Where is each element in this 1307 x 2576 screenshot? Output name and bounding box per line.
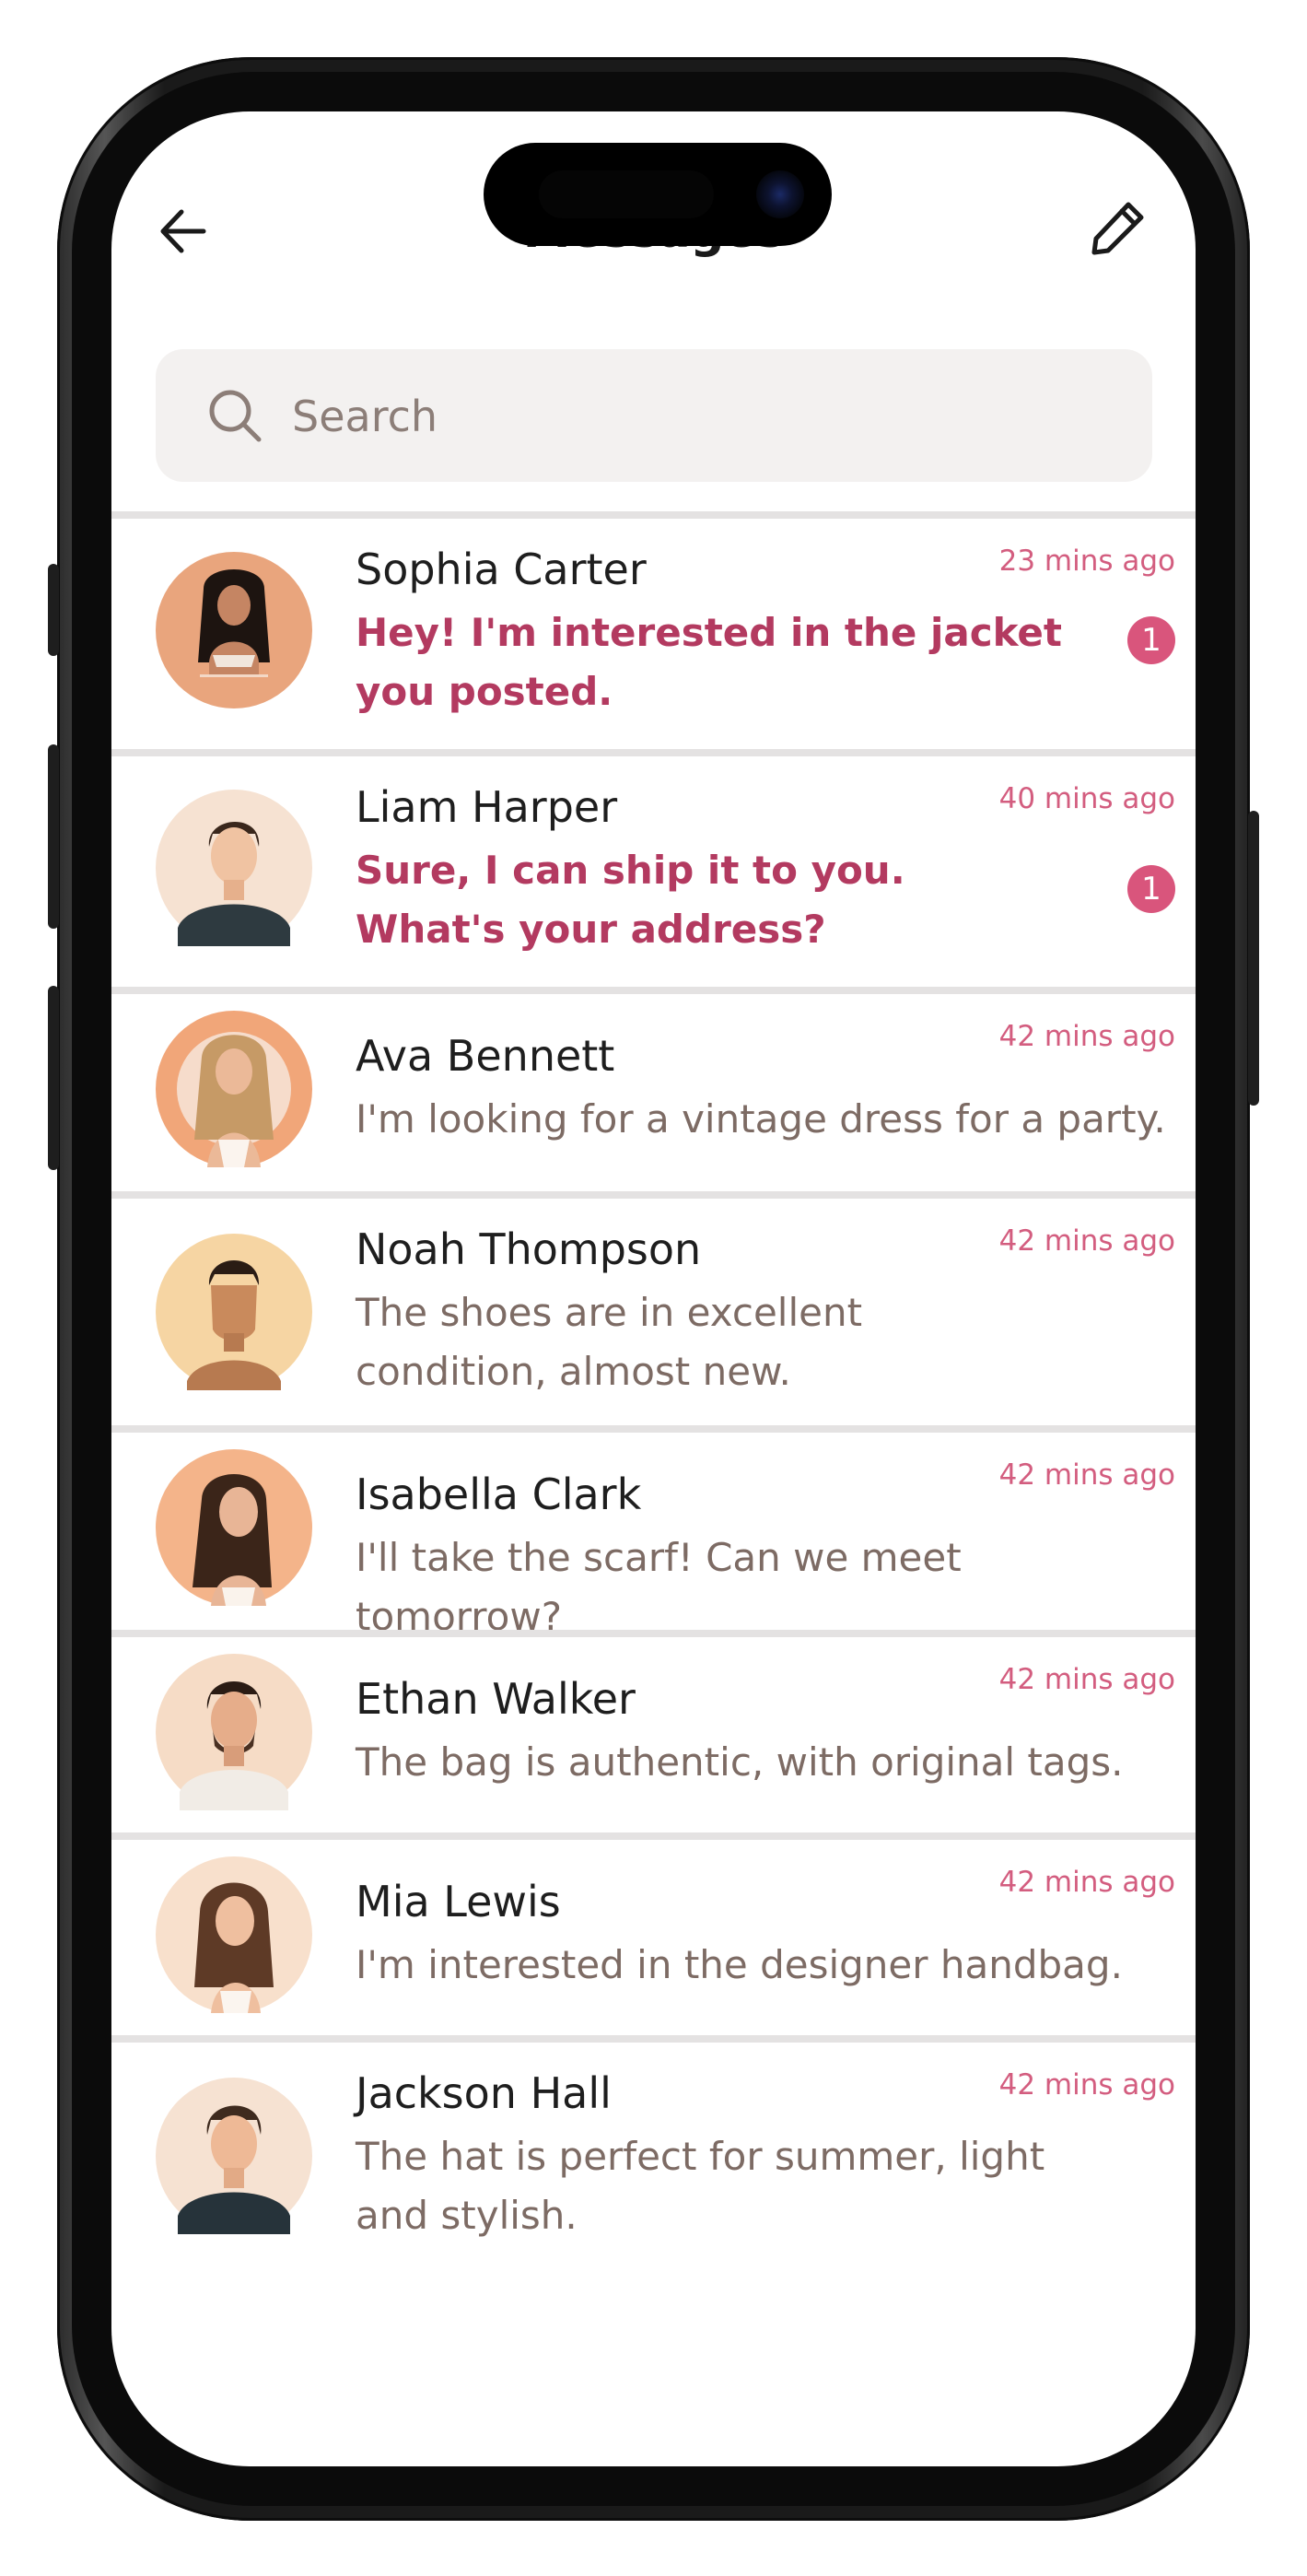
power-button bbox=[1248, 811, 1259, 1106]
avatar bbox=[156, 1654, 312, 1810]
edit-pencil-icon[interactable] bbox=[1089, 198, 1148, 257]
message-preview: The shoes are in excellent condition, al… bbox=[356, 1290, 863, 1394]
message-preview: Hey! I'm interested in the jacket you po… bbox=[356, 610, 1062, 714]
message-time: 40 mins ago bbox=[998, 782, 1175, 815]
message-time: 42 mins ago bbox=[998, 1020, 1175, 1053]
conversation-item[interactable]: Mia Lewis I'm interested in the designer… bbox=[111, 1832, 1196, 2035]
unread-badge: 1 bbox=[1127, 865, 1175, 913]
conversation-item[interactable]: Sophia Carter Hey! I'm interested in the… bbox=[111, 511, 1196, 749]
conversation-item[interactable]: Jackson Hall The hat is perfect for summ… bbox=[111, 2035, 1196, 2269]
conversation-item[interactable]: Ethan Walker The bag is authentic, with … bbox=[111, 1630, 1196, 1832]
avatar bbox=[156, 790, 312, 946]
back-arrow-icon[interactable] bbox=[156, 204, 211, 259]
message-preview: The hat is perfect for summer, light and… bbox=[356, 2134, 1045, 2238]
unread-badge: 1 bbox=[1127, 616, 1175, 664]
dynamic-island bbox=[484, 143, 832, 246]
avatar bbox=[156, 552, 312, 708]
conversation-list: Sophia Carter Hey! I'm interested in the… bbox=[111, 511, 1196, 2269]
message-preview: I'm interested in the designer handbag. bbox=[356, 1942, 1123, 1987]
conversation-item[interactable]: Liam Harper Sure, I can ship it to you. … bbox=[111, 749, 1196, 987]
message-time: 42 mins ago bbox=[998, 2068, 1175, 2102]
volume-up-button bbox=[48, 744, 59, 929]
search-bar[interactable] bbox=[156, 349, 1152, 482]
message-time: 42 mins ago bbox=[998, 1458, 1175, 1492]
front-camera-icon bbox=[756, 170, 804, 218]
app-screen: Messages bbox=[111, 111, 1196, 2466]
message-preview: Sure, I can ship it to you. What's your … bbox=[356, 848, 905, 952]
message-preview: I'm looking for a vintage dress for a pa… bbox=[356, 1096, 1166, 1142]
message-time: 42 mins ago bbox=[998, 1224, 1175, 1258]
avatar bbox=[156, 1449, 312, 1606]
avatar bbox=[156, 1234, 312, 1390]
message-time: 42 mins ago bbox=[998, 1866, 1175, 1899]
message-preview: I'll take the scarf! Can we meet tomorro… bbox=[356, 1535, 962, 1639]
sensor-icon bbox=[539, 170, 714, 218]
conversation-item[interactable]: Ava Bennett I'm looking for a vintage dr… bbox=[111, 987, 1196, 1191]
avatar bbox=[156, 1856, 312, 2013]
message-time: 23 mins ago bbox=[998, 544, 1175, 578]
message-time: 42 mins ago bbox=[998, 1663, 1175, 1696]
volume-down-button bbox=[48, 986, 59, 1170]
silent-switch bbox=[48, 564, 59, 656]
conversation-item[interactable]: Isabella Clark I'll take the scarf! Can … bbox=[111, 1425, 1196, 1639]
conversation-content: Isabella Clark I'll take the scarf! Can … bbox=[356, 1469, 1175, 1646]
conversation-item[interactable]: Noah Thompson The shoes are in excellent… bbox=[111, 1191, 1196, 1425]
search-input[interactable] bbox=[290, 377, 1104, 456]
message-preview: The bag is authentic, with original tags… bbox=[356, 1739, 1124, 1785]
avatar bbox=[156, 2078, 312, 2234]
search-icon bbox=[209, 390, 262, 442]
avatar bbox=[156, 1011, 312, 1167]
